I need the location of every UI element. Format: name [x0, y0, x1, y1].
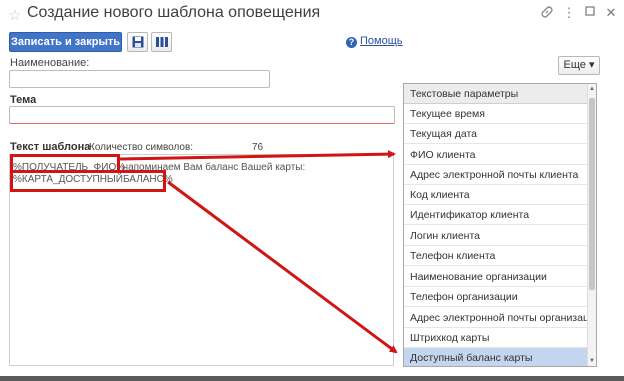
help-label: Помощь — [360, 35, 403, 47]
save-button[interactable] — [127, 32, 148, 52]
help-icon: ? — [346, 37, 357, 48]
list-item-client-code[interactable]: Код клиента — [404, 185, 589, 205]
list-item-card-barcode[interactable]: Штрихкод карты — [404, 328, 589, 348]
list-item-current-time[interactable]: Текущее время — [404, 104, 589, 124]
save-and-close-button[interactable]: Записать и закрыть — [9, 32, 122, 52]
list-item-client-name[interactable]: ФИО клиента — [404, 145, 589, 165]
floppy-disk-icon — [132, 36, 144, 48]
list-item-client-email[interactable]: Адрес электронной почты клиента — [404, 165, 589, 185]
help-link[interactable]: ? Помощь — [346, 35, 403, 48]
text-parameters-list[interactable]: Текстовые параметры Текущее время Текуща… — [403, 83, 597, 367]
highlight-balance-box — [10, 170, 166, 192]
more-vertical-icon[interactable]: ⋮ — [561, 5, 577, 21]
list-item-client-id[interactable]: Идентификатор клиента — [404, 205, 589, 225]
list-header: Текстовые параметры — [404, 84, 589, 104]
subject-label: Тема — [10, 94, 37, 106]
subject-input[interactable] — [9, 106, 395, 124]
table-columns-icon — [156, 37, 168, 47]
template-label: Текст шаблона — [10, 141, 91, 153]
list-scrollbar[interactable]: ▲ ▼ — [587, 84, 596, 366]
char-count-label: Количество символов: — [89, 142, 194, 153]
list-item-org-email[interactable]: Адрес электронной почты организации — [404, 308, 596, 328]
bottom-bar — [0, 376, 624, 381]
scroll-up-icon[interactable]: ▲ — [588, 84, 596, 94]
chevron-down-icon: ▾ — [588, 59, 595, 71]
table-columns-button[interactable] — [151, 32, 172, 52]
name-input[interactable] — [9, 70, 270, 88]
more-button-label: Еще — [563, 59, 586, 71]
scroll-thumb[interactable] — [589, 98, 595, 290]
maximize-icon[interactable] — [582, 5, 598, 21]
list-item-org-phone[interactable]: Телефон организации — [404, 287, 589, 307]
name-label: Наименование: — [10, 57, 90, 69]
list-item-current-date[interactable]: Текущая дата — [404, 124, 589, 144]
close-icon[interactable]: ✕ — [603, 5, 619, 21]
scroll-down-icon[interactable]: ▼ — [588, 356, 596, 366]
list-item-card-balance[interactable]: Доступный баланс карты — [404, 348, 589, 366]
more-button[interactable]: Еще ▾ — [558, 56, 600, 75]
link-icon[interactable] — [539, 5, 555, 21]
window-title: Создание нового шаблона оповещения — [27, 4, 321, 21]
list-item-org-name[interactable]: Наименование организации — [404, 267, 589, 287]
list-item-client-phone[interactable]: Телефон клиента — [404, 246, 589, 266]
list-item-client-login[interactable]: Логин клиента — [404, 226, 589, 246]
char-count-value: 76 — [252, 142, 264, 153]
favorite-star-icon[interactable]: ☆ — [8, 6, 21, 24]
